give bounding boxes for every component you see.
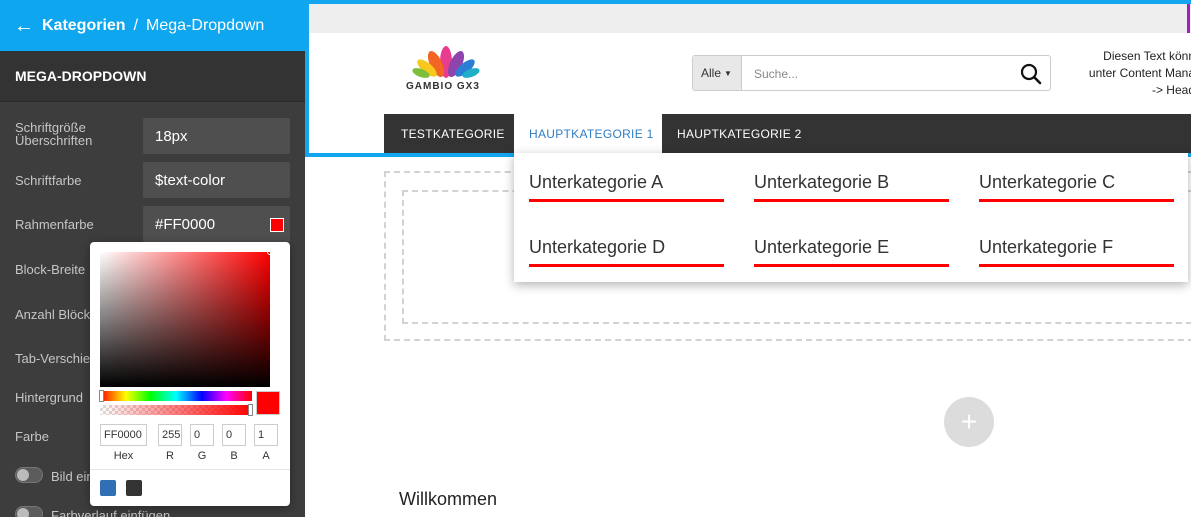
header-note: Diesen Text könn unter Content Mana -> H… [1065, 48, 1191, 99]
header-note-line: -> Head [1151, 83, 1191, 97]
caret-down-icon: ▼ [724, 68, 732, 78]
font-color-input[interactable]: $text-color [143, 162, 290, 198]
setting-label: Schriftgröße Überschriften [15, 120, 93, 148]
welcome-heading: Willkommen [399, 489, 498, 509]
header-note-line: unter Content Mana [1088, 66, 1191, 80]
saturation-area[interactable] [100, 249, 273, 387]
setting-label: Schriftfarbe [15, 173, 82, 188]
color-swatch[interactable] [270, 218, 284, 232]
setting-label: Block-Breite [15, 262, 86, 277]
breadcrumb: ← Kategorien / Mega-Dropdown [0, 0, 305, 51]
setting-font-color: Schriftfarbe $text-color [0, 162, 305, 198]
border-color-value: #FF0000 [155, 215, 216, 233]
hex-input[interactable]: FF0000 [100, 424, 147, 446]
b-input[interactable]: 0 [222, 424, 246, 446]
mega-item-b[interactable]: Unterkategorie B [754, 172, 949, 202]
nav-item-hauptkategorie-1[interactable]: HAUPTKATEGORIE 1 [514, 114, 662, 153]
alpha-handle[interactable] [248, 404, 253, 416]
back-arrow-icon[interactable]: ← [14, 16, 34, 36]
setting-heading-font-size: Schriftgröße Überschriften 18px [0, 118, 305, 154]
search-category-value: Alle [701, 66, 722, 80]
saturation-handle[interactable] [267, 249, 273, 255]
a-label: A [262, 450, 270, 462]
search-box: Alle ▼ Suche... [692, 55, 1051, 91]
r-input[interactable]: 255 [158, 424, 182, 446]
color-picker: FF0000 255 0 0 1 Hex R G B A [90, 242, 290, 506]
mega-item-e[interactable]: Unterkategorie E [754, 237, 949, 267]
shop-preview: GAMBIO GX3 Alle ▼ Suche... Diesen Text k… [305, 0, 1191, 517]
mega-item-f[interactable]: Unterkategorie F [979, 237, 1174, 267]
hex-label: Hex [113, 450, 134, 462]
g-input[interactable]: 0 [190, 424, 214, 446]
setting-border-color: Rahmenfarbe #FF0000 [0, 206, 305, 242]
main-navigation: TESTKATEGORIE HAUPTKATEGORIE 1 HAUPTKATE… [384, 114, 1191, 153]
add-section-button[interactable]: + [944, 397, 994, 447]
style-editor-panel: ← Kategorien / Mega-Dropdown MEGA-DROPDO… [0, 0, 305, 517]
heading-font-size-input[interactable]: 18px [143, 118, 290, 154]
a-input[interactable]: 1 [254, 424, 278, 446]
preset-swatch-dark[interactable] [126, 480, 142, 496]
setting-insert-gradient: Farbverlauf einfügen [0, 506, 305, 517]
setting-label: Farbe [15, 429, 49, 444]
header-note-line: Diesen Text könn [1103, 49, 1191, 63]
insert-image-toggle[interactable] [15, 467, 43, 483]
edge-marker [1187, 4, 1190, 33]
nav-item-hauptkategorie-2[interactable]: HAUPTKATEGORIE 2 [662, 114, 812, 153]
setting-label: Rahmenfarbe [15, 217, 94, 232]
top-strip [309, 4, 1191, 33]
mega-item-d[interactable]: Unterkategorie D [529, 237, 724, 267]
toggle-label: Farbverlauf einfügen [51, 508, 171, 517]
breadcrumb-back-link[interactable]: Kategorien [42, 17, 126, 35]
b-label: B [230, 450, 238, 462]
breadcrumb-current: Mega-Dropdown [146, 16, 265, 34]
breadcrumb-separator: / [133, 16, 139, 34]
setting-label: Anzahl Blöcke [15, 307, 98, 322]
g-label: G [197, 450, 207, 462]
logo-text: GAMBIO GX3 [406, 81, 480, 92]
section-title: MEGA-DROPDOWN [0, 51, 305, 102]
mega-dropdown: Unterkategorie A Unterkategorie B Unterk… [514, 153, 1188, 282]
divider [90, 469, 290, 470]
mega-item-a[interactable]: Unterkategorie A [529, 172, 724, 202]
color-fields: FF0000 255 0 0 1 Hex R G B A [100, 424, 280, 462]
preset-swatch-blue[interactable] [100, 480, 116, 496]
hue-slider[interactable] [99, 390, 252, 402]
hue-handle[interactable] [99, 390, 104, 402]
search-icon[interactable] [1020, 63, 1042, 85]
search-input[interactable]: Suche... [754, 67, 798, 81]
mega-item-c[interactable]: Unterkategorie C [979, 172, 1174, 202]
search-category-select[interactable]: Alle ▼ [693, 56, 742, 90]
color-preview [256, 391, 280, 415]
nav-item-testkategorie[interactable]: TESTKATEGORIE [384, 114, 514, 153]
border-color-input[interactable]: #FF0000 [143, 206, 290, 242]
r-label: R [166, 450, 174, 462]
insert-gradient-toggle[interactable] [15, 506, 43, 517]
setting-label: Hintergrund [15, 390, 83, 405]
alpha-slider[interactable] [100, 404, 253, 416]
